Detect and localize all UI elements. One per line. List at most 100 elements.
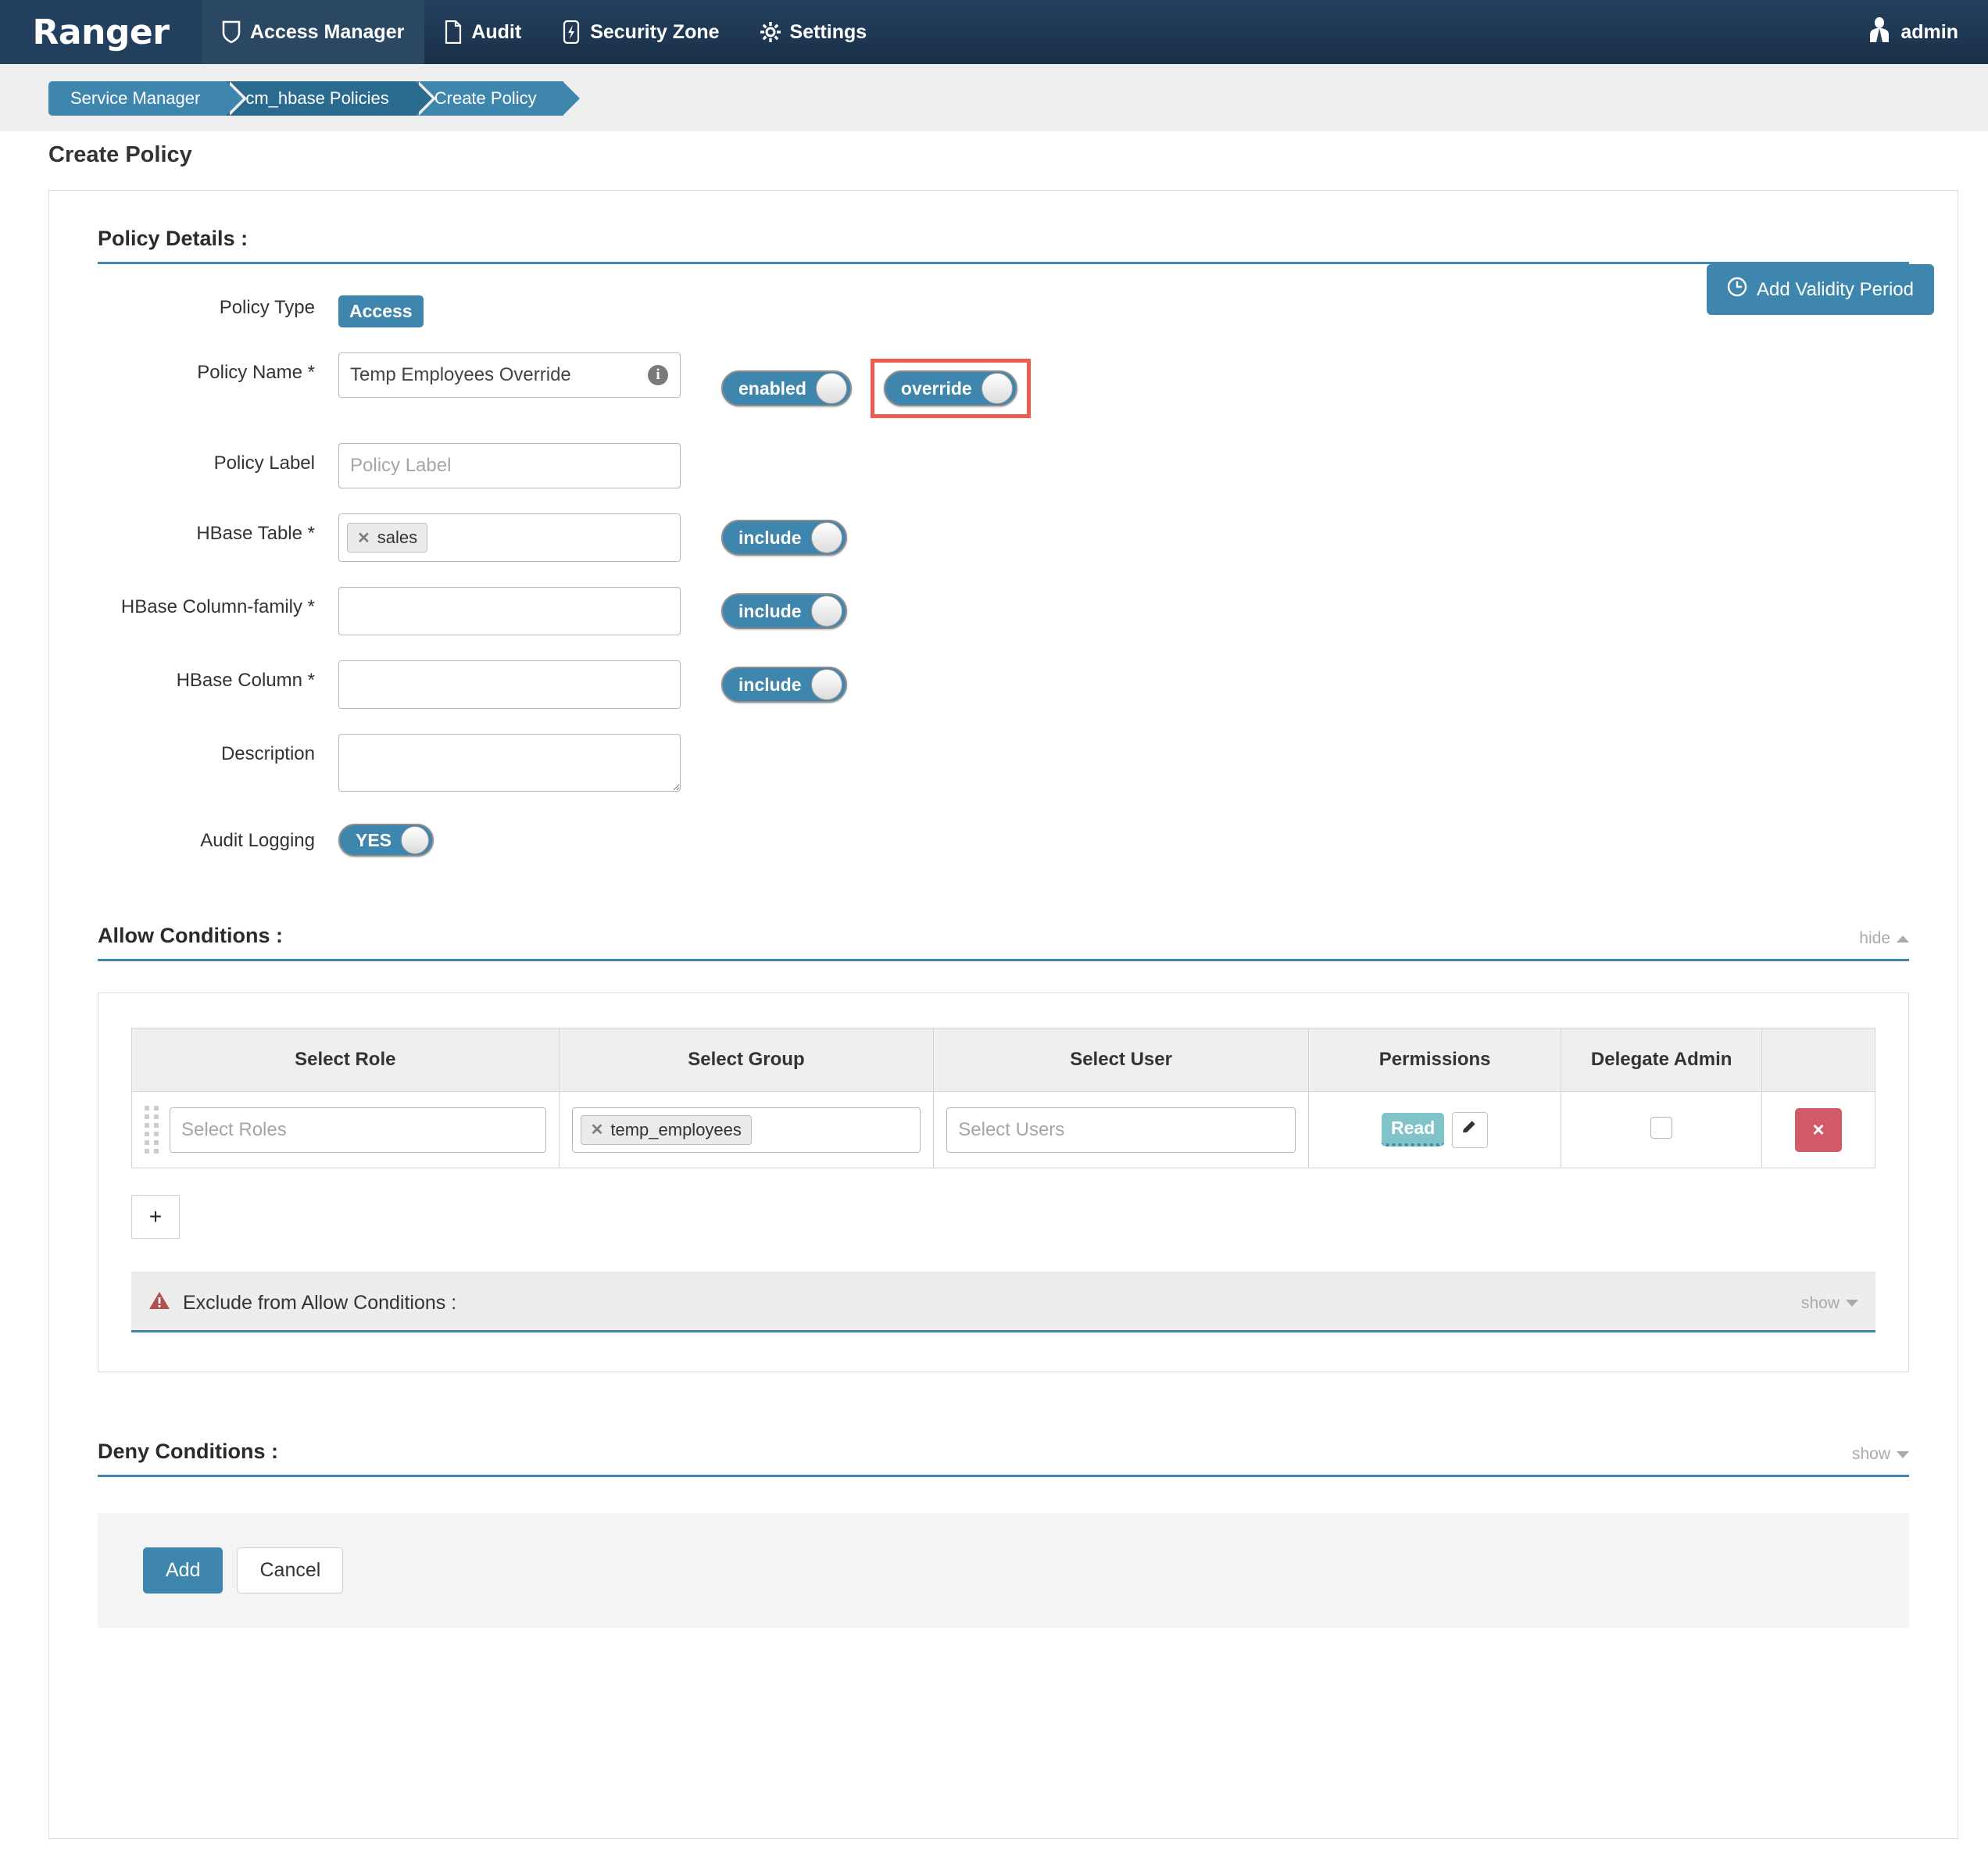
hbase-table-label: HBase Table * bbox=[49, 513, 338, 545]
audit-logging-toggle[interactable]: YES bbox=[338, 824, 434, 857]
policy-details-title: Policy Details : bbox=[98, 227, 248, 251]
permission-badge-read[interactable]: Read bbox=[1382, 1113, 1444, 1146]
add-condition-row-button[interactable]: + bbox=[131, 1195, 180, 1239]
deny-conditions-title: Deny Conditions : bbox=[98, 1440, 278, 1464]
hbase-column-label: HBase Column * bbox=[49, 660, 338, 692]
policy-details-header: Policy Details : bbox=[98, 191, 1909, 264]
hbase-table-include-toggle[interactable]: include bbox=[721, 520, 847, 556]
select-roles-input[interactable] bbox=[170, 1107, 546, 1153]
shield-icon bbox=[222, 20, 241, 44]
breadcrumb-item-cm-hbase-policies[interactable]: cm_hbase Policies bbox=[227, 81, 415, 116]
allow-conditions-header: Allow Conditions : hide bbox=[98, 888, 1909, 961]
cell-delegate-admin bbox=[1561, 1092, 1762, 1168]
deny-conditions-toggle-label: show bbox=[1852, 1445, 1890, 1464]
breadcrumb-label: Service Manager bbox=[70, 88, 200, 109]
toggle-knob bbox=[816, 373, 847, 404]
hbase-column-family-include-toggle[interactable]: include bbox=[721, 593, 847, 629]
policy-type-badge[interactable]: Access bbox=[338, 295, 424, 327]
top-navbar: Ranger Access Manager Audit Security Zon… bbox=[0, 0, 1988, 64]
nav-item-audit[interactable]: Audit bbox=[424, 0, 542, 64]
ranger-logo[interactable]: Ranger bbox=[0, 0, 202, 64]
th-delegate-admin: Delegate Admin bbox=[1561, 1028, 1762, 1092]
tag-sales[interactable]: ✕ sales bbox=[347, 523, 427, 553]
hbase-column-include-toggle[interactable]: include bbox=[721, 667, 847, 703]
page-title: Create Policy bbox=[0, 131, 1988, 168]
cell-select-user bbox=[934, 1092, 1309, 1168]
user-menu[interactable]: admin bbox=[1868, 0, 1958, 64]
select-groups-input[interactable]: ✕ temp_employees bbox=[572, 1107, 921, 1153]
edit-permissions-button[interactable] bbox=[1452, 1112, 1488, 1148]
close-icon[interactable]: ✕ bbox=[357, 528, 370, 548]
policy-name-input[interactable] bbox=[338, 352, 681, 398]
hbase-column-input[interactable] bbox=[338, 660, 681, 709]
override-highlight-box: override bbox=[871, 359, 1031, 418]
add-button[interactable]: Add bbox=[143, 1547, 223, 1594]
nav-item-settings[interactable]: Settings bbox=[740, 0, 888, 64]
breadcrumb-label: Create Policy bbox=[434, 88, 537, 109]
file-icon bbox=[445, 20, 462, 44]
cell-select-group: ✕ temp_employees bbox=[559, 1092, 934, 1168]
th-actions bbox=[1761, 1028, 1875, 1092]
info-icon[interactable]: i bbox=[648, 365, 668, 385]
nav-label-security-zone: Security Zone bbox=[590, 21, 719, 44]
exclude-label: Exclude from Allow Conditions : bbox=[183, 1292, 456, 1315]
row-audit-logging: Audit Logging YES bbox=[49, 821, 1958, 857]
cancel-button[interactable]: Cancel bbox=[237, 1547, 343, 1594]
drag-handle-icon[interactable] bbox=[145, 1106, 159, 1154]
breadcrumb-item-service-manager[interactable]: Service Manager bbox=[48, 81, 227, 116]
th-select-user: Select User bbox=[934, 1028, 1309, 1092]
th-permissions: Permissions bbox=[1308, 1028, 1561, 1092]
th-select-role: Select Role bbox=[132, 1028, 560, 1092]
table-header-row: Select Role Select Group Select User Per… bbox=[132, 1028, 1875, 1092]
allow-conditions-hide-toggle[interactable]: hide bbox=[1859, 929, 1909, 948]
tag-temp-employees[interactable]: ✕ temp_employees bbox=[581, 1115, 752, 1145]
tag-label: temp_employees bbox=[610, 1120, 742, 1140]
hbase-table-input[interactable]: ✕ sales bbox=[338, 513, 681, 562]
hbase-column-family-input[interactable] bbox=[338, 587, 681, 635]
policy-override-toggle[interactable]: override bbox=[884, 370, 1017, 406]
exclude-toggle-label: show bbox=[1801, 1294, 1840, 1313]
row-policy-type: Policy Type Access bbox=[49, 288, 1958, 327]
nav-item-access-manager[interactable]: Access Manager bbox=[202, 0, 424, 64]
create-policy-panel: Policy Details : Add Validity Period Pol… bbox=[48, 190, 1958, 1839]
nav-item-security-zone[interactable]: Security Zone bbox=[542, 0, 739, 64]
exclude-show-toggle[interactable]: show bbox=[1801, 1294, 1858, 1313]
add-validity-period-label: Add Validity Period bbox=[1757, 279, 1914, 301]
description-textarea[interactable] bbox=[338, 734, 681, 792]
hbase-column-include-label: include bbox=[723, 674, 811, 696]
add-validity-period-button[interactable]: Add Validity Period bbox=[1707, 264, 1934, 315]
bolt-icon bbox=[562, 20, 581, 44]
allow-conditions-box: Select Role Select Group Select User Per… bbox=[98, 993, 1909, 1372]
row-hbase-column: HBase Column * include bbox=[49, 660, 1958, 709]
close-icon[interactable]: ✕ bbox=[591, 1120, 604, 1139]
policy-type-label: Policy Type bbox=[49, 288, 338, 319]
avatar bbox=[1868, 17, 1891, 48]
user-name: admin bbox=[1900, 21, 1958, 44]
exclude-from-allow-conditions-bar: Exclude from Allow Conditions : show bbox=[131, 1272, 1875, 1332]
breadcrumb: Service Manager cm_hbase Policies Create… bbox=[0, 64, 1988, 131]
select-users-input[interactable] bbox=[946, 1107, 1296, 1153]
toggle-knob bbox=[401, 826, 429, 854]
breadcrumb-label: cm_hbase Policies bbox=[245, 88, 388, 109]
nav-items: Access Manager Audit Security Zone Setti… bbox=[202, 0, 887, 64]
row-hbase-column-family: HBase Column-family * include bbox=[49, 587, 1958, 635]
deny-conditions-show-toggle[interactable]: show bbox=[1852, 1445, 1909, 1464]
deny-conditions-header: Deny Conditions : show bbox=[98, 1404, 1909, 1477]
audit-logging-label: Audit Logging bbox=[49, 821, 338, 852]
allow-conditions-title: Allow Conditions : bbox=[98, 924, 283, 948]
delegate-admin-checkbox[interactable] bbox=[1650, 1117, 1672, 1139]
chevron-down-icon bbox=[1897, 1451, 1909, 1458]
audit-logging-value: YES bbox=[340, 830, 401, 851]
breadcrumb-item-create-policy[interactable]: Create Policy bbox=[416, 81, 563, 116]
toggle-knob bbox=[811, 669, 842, 700]
chevron-down-icon bbox=[1846, 1300, 1858, 1307]
th-select-group: Select Group bbox=[559, 1028, 934, 1092]
cell-actions: × bbox=[1761, 1092, 1875, 1168]
pencil-icon bbox=[1461, 1118, 1479, 1141]
delete-row-button[interactable]: × bbox=[1795, 1108, 1842, 1152]
policy-name-label: Policy Name * bbox=[49, 352, 338, 384]
policy-label-label: Policy Label bbox=[49, 443, 338, 474]
row-description: Description bbox=[49, 734, 1958, 796]
policy-enabled-toggle[interactable]: enabled bbox=[721, 370, 852, 406]
policy-label-input[interactable] bbox=[338, 443, 681, 488]
